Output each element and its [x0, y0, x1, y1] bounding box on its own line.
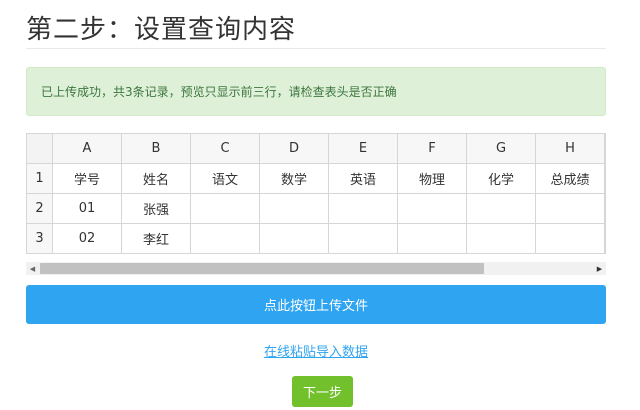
- table-cell[interactable]: 数学: [259, 163, 329, 194]
- column-header[interactable]: D: [259, 133, 329, 164]
- paste-import-container: 在线粘贴导入数据: [26, 341, 606, 360]
- column-header-row: A B C D E F G H: [26, 133, 605, 164]
- table-cell[interactable]: [328, 223, 398, 254]
- next-step-button[interactable]: 下一步: [292, 376, 353, 407]
- table-cell[interactable]: [190, 223, 260, 254]
- table-cell[interactable]: [190, 193, 260, 224]
- table-row: 2 01 张强: [26, 193, 605, 224]
- table-cell[interactable]: [535, 223, 605, 254]
- table-cell[interactable]: 英语: [328, 163, 398, 194]
- table-row: 3 02 李红: [26, 223, 605, 254]
- table-cell[interactable]: 姓名: [121, 163, 191, 194]
- title-divider: [26, 48, 606, 49]
- column-header[interactable]: G: [466, 133, 536, 164]
- table-cell[interactable]: [466, 223, 536, 254]
- table-cell[interactable]: 张强: [121, 193, 191, 224]
- table-cell[interactable]: 01: [52, 193, 122, 224]
- row-number[interactable]: 1: [26, 163, 53, 194]
- column-header[interactable]: E: [328, 133, 398, 164]
- horizontal-scrollbar[interactable]: ◀ ▶: [26, 262, 606, 275]
- table-row: 1 学号 姓名 语文 数学 英语 物理 化学 总成绩: [26, 163, 605, 194]
- table-cell[interactable]: 总成绩: [535, 163, 605, 194]
- paste-import-link[interactable]: 在线粘贴导入数据: [264, 345, 368, 360]
- preview-table: A B C D E F G H 1 学号 姓名 语文 数学 英语 物理 化学 总…: [26, 133, 605, 254]
- scroll-left-arrow-icon[interactable]: ◀: [26, 262, 39, 275]
- row-number[interactable]: 2: [26, 193, 53, 224]
- column-header[interactable]: F: [397, 133, 467, 164]
- table-cell[interactable]: [259, 193, 329, 224]
- page-title: 第二步：设置查询内容: [26, 15, 297, 45]
- table-cell[interactable]: 李红: [121, 223, 191, 254]
- preview-table-viewport: A B C D E F G H 1 学号 姓名 语文 数学 英语 物理 化学 总…: [26, 133, 606, 254]
- upload-file-button[interactable]: 点此按钮上传文件: [26, 285, 606, 324]
- success-alert: 已上传成功，共3条记录，预览只显示前三行，请检查表头是否正确: [26, 67, 606, 116]
- table-cell[interactable]: [397, 223, 467, 254]
- table-cell[interactable]: 02: [52, 223, 122, 254]
- upload-file-button-label: 点此按钮上传文件: [263, 299, 368, 314]
- table-cell[interactable]: 学号: [52, 163, 122, 194]
- table-cell[interactable]: [535, 193, 605, 224]
- scrollbar-thumb[interactable]: [40, 263, 484, 274]
- table-cell[interactable]: [397, 193, 467, 224]
- table-cell[interactable]: [259, 223, 329, 254]
- scroll-right-arrow-icon[interactable]: ▶: [593, 262, 606, 275]
- column-header[interactable]: B: [121, 133, 191, 164]
- table-cell[interactable]: 化学: [466, 163, 536, 194]
- column-header[interactable]: A: [52, 133, 122, 164]
- next-step-button-label: 下一步: [302, 386, 342, 401]
- row-number[interactable]: 3: [26, 223, 53, 254]
- table-cell[interactable]: [466, 193, 536, 224]
- column-header[interactable]: H: [535, 133, 605, 164]
- column-header[interactable]: C: [190, 133, 260, 164]
- alert-message: 已上传成功，共3条记录，预览只显示前三行，请检查表头是否正确: [41, 85, 397, 99]
- table-cell[interactable]: [328, 193, 398, 224]
- corner-cell: [26, 133, 53, 164]
- table-cell[interactable]: 物理: [397, 163, 467, 194]
- table-cell[interactable]: 语文: [190, 163, 260, 194]
